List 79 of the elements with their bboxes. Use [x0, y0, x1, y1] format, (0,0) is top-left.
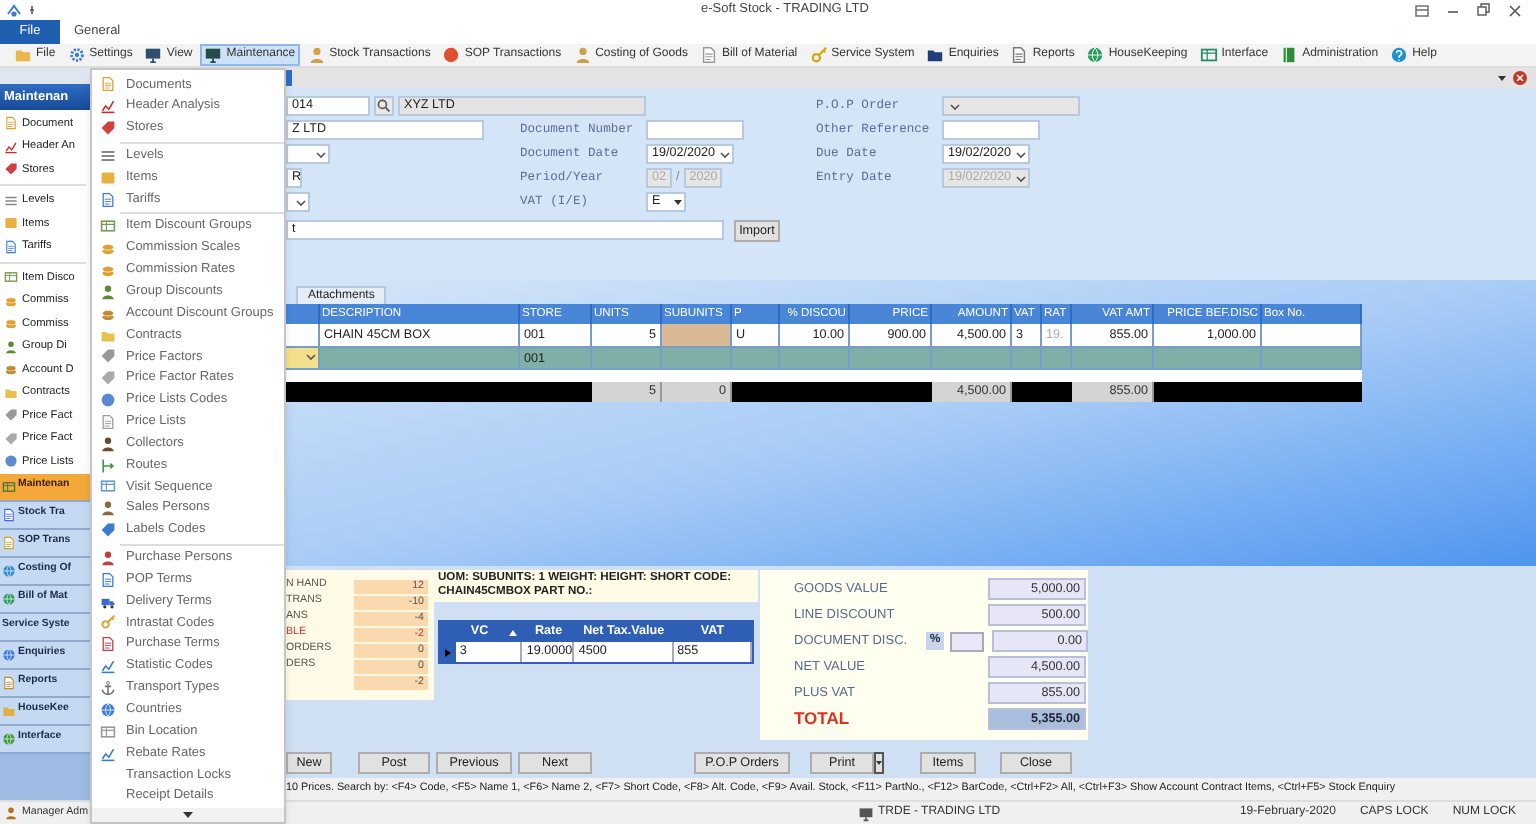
folder-icon [2, 703, 16, 717]
pin-icon [28, 4, 36, 16]
total-label: TOTAL [792, 706, 852, 732]
line-chart-icon [100, 745, 116, 762]
app-icon [6, 2, 22, 18]
settings-icon [67, 46, 86, 64]
document-icon [100, 413, 116, 430]
table-icon [1199, 46, 1218, 64]
globe-icon [2, 563, 16, 577]
tag-icon [100, 120, 116, 137]
document-icon [2, 507, 16, 521]
ribbon-display-icon[interactable] [1414, 3, 1430, 17]
globe-icon [2, 731, 16, 745]
person-icon [4, 339, 18, 354]
document-icon [2, 535, 16, 549]
folder-icon [4, 385, 18, 400]
person-icon [573, 46, 592, 64]
table-icon [4, 270, 18, 285]
line-chart-icon [100, 658, 116, 675]
chevron-icon [718, 147, 732, 161]
table-icon [100, 723, 116, 740]
globe-icon [2, 647, 16, 661]
circle-icon [442, 46, 461, 64]
globe-icon [2, 591, 16, 605]
circle-icon [4, 454, 18, 469]
folder-icon [100, 327, 116, 344]
key-icon [100, 614, 116, 631]
chevron-icon [314, 147, 328, 161]
dropdown-icon [672, 196, 684, 208]
anchor-icon [100, 680, 116, 697]
globe-icon [100, 701, 116, 718]
person-icon [100, 500, 116, 517]
document-icon [2, 675, 16, 689]
document-icon [100, 191, 116, 208]
person-icon [307, 46, 326, 64]
sort-icon [508, 627, 519, 637]
line-chart-icon [100, 98, 116, 115]
list-icon [4, 193, 18, 208]
key-icon [809, 46, 828, 64]
line-chart-icon [4, 139, 18, 154]
chevron-icon [948, 99, 962, 113]
row-pointer-icon [443, 647, 452, 657]
person-icon [100, 549, 116, 566]
list-icon [100, 147, 116, 164]
chevron-icon [294, 195, 308, 209]
tag-icon [4, 162, 18, 177]
text-field[interactable] [646, 120, 744, 140]
box-icon [4, 216, 18, 231]
search-icon[interactable] [374, 96, 394, 116]
tag-icon [100, 522, 116, 539]
person-icon [100, 283, 116, 300]
document-icon [100, 76, 116, 93]
truck-icon [100, 593, 116, 610]
monitor-icon [204, 46, 223, 64]
text-field[interactable] [942, 120, 1040, 140]
document-icon [100, 571, 116, 588]
dropdown-field[interactable] [286, 144, 330, 164]
person-icon [4, 806, 18, 820]
person-icon [100, 435, 116, 452]
close-icon[interactable] [1508, 3, 1522, 17]
dropdown-icon[interactable] [1496, 72, 1508, 84]
restore-icon[interactable] [1476, 2, 1492, 18]
route-icon [100, 457, 116, 474]
document-icon [100, 636, 116, 653]
monitor-icon [144, 46, 163, 64]
circle-icon [100, 392, 116, 409]
table-icon [100, 478, 116, 495]
monitor-icon [858, 805, 874, 821]
scroll-down-icon[interactable] [182, 809, 194, 820]
dropdown-field[interactable] [286, 347, 320, 368]
chevron-icon [304, 350, 318, 365]
close-icon[interactable] [1512, 70, 1528, 86]
box-icon [100, 169, 116, 186]
table-icon [100, 218, 116, 235]
discount-field[interactable] [949, 631, 984, 651]
dropdown-field[interactable] [286, 192, 310, 212]
table-icon [2, 479, 16, 493]
dropdown-icon[interactable] [874, 752, 884, 774]
coins-icon [100, 305, 116, 322]
